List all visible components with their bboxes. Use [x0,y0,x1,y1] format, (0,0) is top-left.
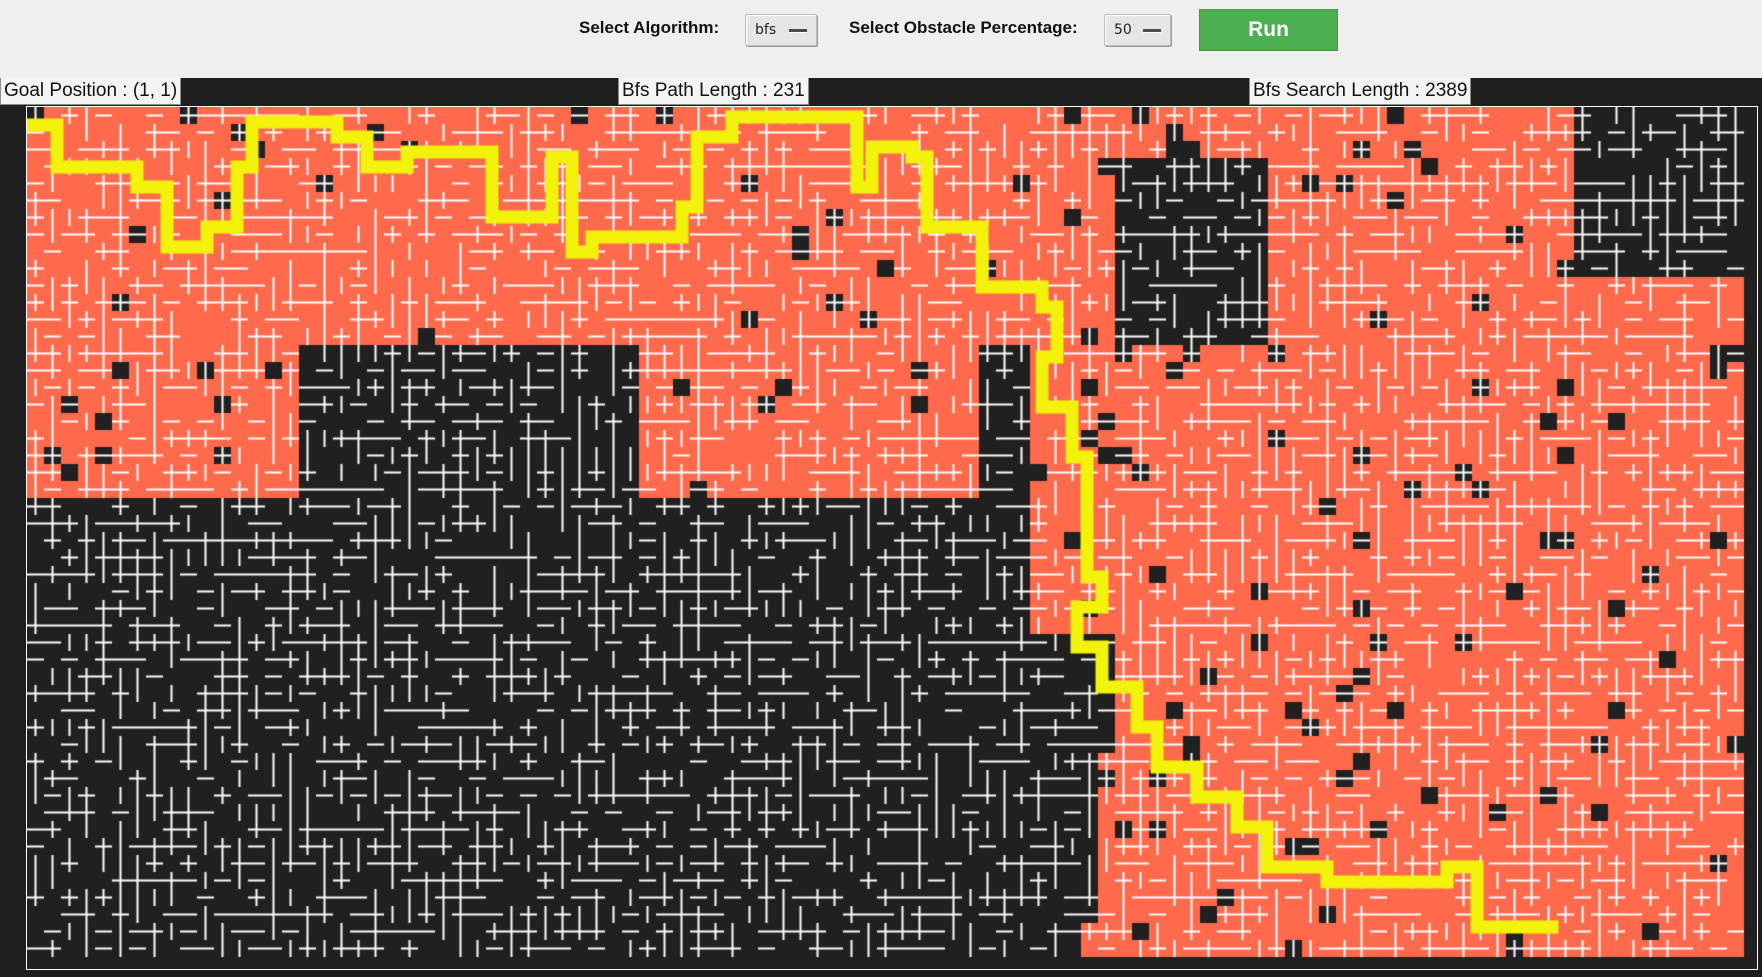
obstacle-select[interactable]: 50 [1104,14,1171,46]
algorithm-label: Select Algorithm: [579,18,720,37]
algorithm-select[interactable]: bfs [745,14,817,46]
obstacle-label: Select Obstacle Percentage: [849,18,1078,37]
obstacle-select-value: 50 [1114,22,1132,38]
toolbar: Select Algorithm: bfs Select Obstacle Pe… [0,0,1762,78]
run-button[interactable]: Run [1199,9,1338,51]
search-length-label: Bfs Search Length : 2389 [1249,78,1472,105]
goal-position-label: Goal Position : (1, 1) [0,78,182,105]
path-length-label: Bfs Path Length : 231 [618,78,809,105]
dropdown-indicator-icon [1143,29,1161,33]
dropdown-indicator-icon [789,29,807,33]
maze-grid[interactable] [26,106,1758,970]
bottom-strip [0,970,1762,977]
algorithm-select-value: bfs [755,22,777,38]
